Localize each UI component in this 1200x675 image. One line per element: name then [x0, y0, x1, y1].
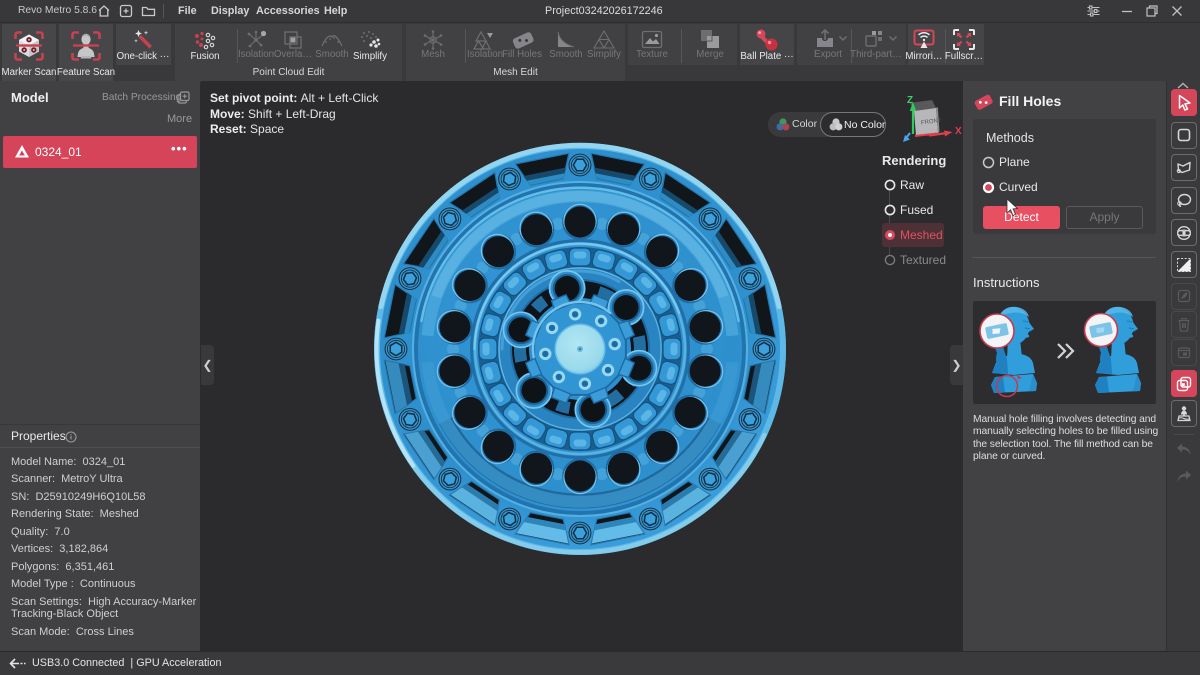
svg-text:X: X — [955, 126, 962, 137]
